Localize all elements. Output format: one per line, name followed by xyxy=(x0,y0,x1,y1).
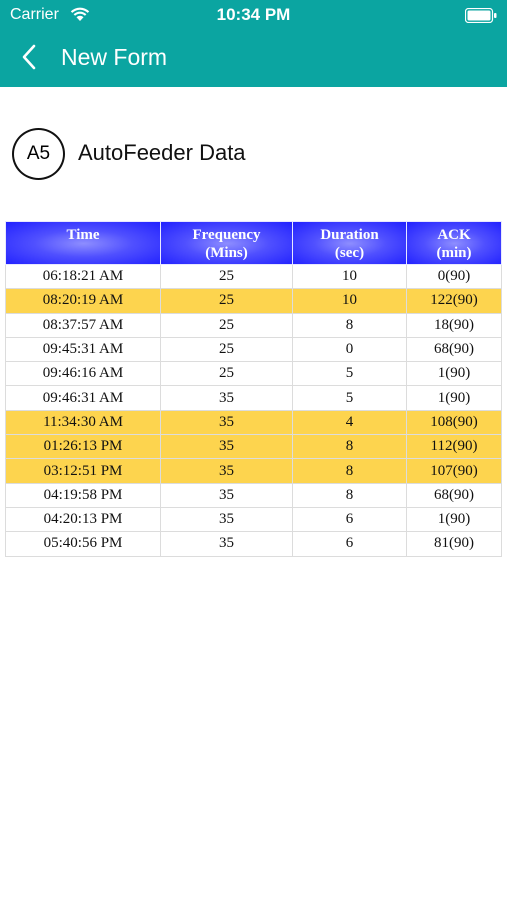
table-row: 03:12:51 PM 35 8 107(90) xyxy=(5,458,502,484)
table-header-row: Time Frequency (Mins) Duration (sec) ACK (m… xyxy=(5,221,502,265)
cell-ack: 68(90) xyxy=(406,482,502,508)
header-time: Time xyxy=(5,221,161,265)
cell-ack: 0(90) xyxy=(406,263,502,290)
cell-ack: 112(90) xyxy=(406,434,502,460)
cell-frequency: 35 xyxy=(160,506,293,533)
cell-time: 09:46:31 AM xyxy=(5,385,161,411)
cell-time: 04:20:13 PM xyxy=(5,506,161,533)
header-ack-unit: (min) xyxy=(436,245,472,261)
cell-duration: 5 xyxy=(292,385,407,411)
status-bar: Carrier 10:34 PM xyxy=(0,0,507,30)
cell-time: 04:19:58 PM xyxy=(5,482,161,508)
header-frequency-label: Frequency xyxy=(192,227,261,243)
cell-duration: 8 xyxy=(292,312,407,338)
cell-duration: 8 xyxy=(292,434,407,460)
table-row: 06:18:21 AM 25 10 0(90) xyxy=(5,263,502,290)
cell-frequency: 25 xyxy=(160,361,293,387)
cell-time: 08:20:19 AM xyxy=(5,288,161,314)
cell-frequency: 25 xyxy=(160,312,293,338)
table-row: 01:26:13 PM 35 8 112(90) xyxy=(5,434,502,460)
cell-time: 05:40:56 PM xyxy=(5,531,161,557)
cell-ack: 122(90) xyxy=(406,288,502,314)
cell-duration: 10 xyxy=(292,263,407,290)
app-header: Carrier 10:34 PM New Form xyxy=(0,0,507,87)
cell-time: 11:34:30 AM xyxy=(5,409,161,436)
header-frequency-unit: (Mins) xyxy=(205,245,248,261)
cell-frequency: 25 xyxy=(160,263,293,290)
cell-frequency: 35 xyxy=(160,531,293,557)
cell-duration: 10 xyxy=(292,288,407,314)
autofeeder-table: Time Frequency (Mins) Duration (sec) ACK (m… xyxy=(5,221,502,557)
table-row: 04:19:58 PM 35 8 68(90) xyxy=(5,482,502,508)
cell-ack: 1(90) xyxy=(406,385,502,411)
cell-time: 03:12:51 PM xyxy=(5,458,161,484)
nav-bar: New Form xyxy=(0,30,507,87)
table-row: 09:46:31 AM 35 5 1(90) xyxy=(5,385,502,411)
cell-time: 09:45:31 AM xyxy=(5,336,161,363)
cell-time: 08:37:57 AM xyxy=(5,312,161,338)
header-duration-unit: (sec) xyxy=(334,245,365,261)
table-row: 05:40:56 PM 35 6 81(90) xyxy=(5,531,502,557)
header-frequency: Frequency (Mins) xyxy=(160,221,293,265)
header-duration-label: Duration xyxy=(320,227,379,243)
cell-time: 09:46:16 AM xyxy=(5,361,161,387)
table-row: 08:37:57 AM 25 8 18(90) xyxy=(5,312,502,338)
table-row: 08:20:19 AM 25 10 122(90) xyxy=(5,288,502,314)
header-ack: ACK (min) xyxy=(406,221,502,265)
header-time-label: Time xyxy=(66,227,100,243)
cell-frequency: 35 xyxy=(160,482,293,508)
section-badge: A5 xyxy=(12,128,65,180)
cell-ack: 107(90) xyxy=(406,458,502,484)
battery-icon xyxy=(464,7,497,24)
cell-time: 01:26:13 PM xyxy=(5,434,161,460)
cell-duration: 8 xyxy=(292,482,407,508)
cell-ack: 81(90) xyxy=(406,531,502,557)
cell-frequency: 25 xyxy=(160,288,293,314)
cell-frequency: 35 xyxy=(160,434,293,460)
table-body: 06:18:21 AM 25 10 0(90) 08:20:19 AM 25 10 122(9… xyxy=(5,263,502,557)
section-title: AutoFeeder Data xyxy=(78,140,246,165)
header-duration: Duration (sec) xyxy=(292,221,407,265)
cell-time: 06:18:21 AM xyxy=(5,263,161,290)
table-row: 11:34:30 AM 35 4 108(90) xyxy=(5,409,502,436)
table-row: 09:46:16 AM 25 5 1(90) xyxy=(5,361,502,387)
cell-frequency: 35 xyxy=(160,409,293,436)
cell-duration: 6 xyxy=(292,506,407,533)
cell-frequency: 35 xyxy=(160,385,293,411)
cell-duration: 4 xyxy=(292,409,407,436)
section-header: A5 AutoFeeder Data xyxy=(0,128,507,180)
cell-duration: 8 xyxy=(292,458,407,484)
page-title: New Form xyxy=(61,44,168,70)
cell-duration: 0 xyxy=(292,336,407,363)
back-chevron-icon[interactable] xyxy=(20,43,40,71)
cell-frequency: 35 xyxy=(160,458,293,484)
table-row: 09:45:31 AM 25 0 68(90) xyxy=(5,336,502,363)
status-time: 10:34 PM xyxy=(216,5,291,24)
cell-duration: 6 xyxy=(292,531,407,557)
cell-ack: 1(90) xyxy=(406,506,502,533)
cell-ack: 18(90) xyxy=(406,312,502,338)
cell-ack: 108(90) xyxy=(406,409,502,436)
table-row: 04:20:13 PM 35 6 1(90) xyxy=(5,506,502,533)
cell-ack: 1(90) xyxy=(406,361,502,387)
cell-duration: 5 xyxy=(292,361,407,387)
cell-frequency: 25 xyxy=(160,336,293,363)
header-ack-label: ACK xyxy=(437,227,471,243)
cell-ack: 68(90) xyxy=(406,336,502,363)
